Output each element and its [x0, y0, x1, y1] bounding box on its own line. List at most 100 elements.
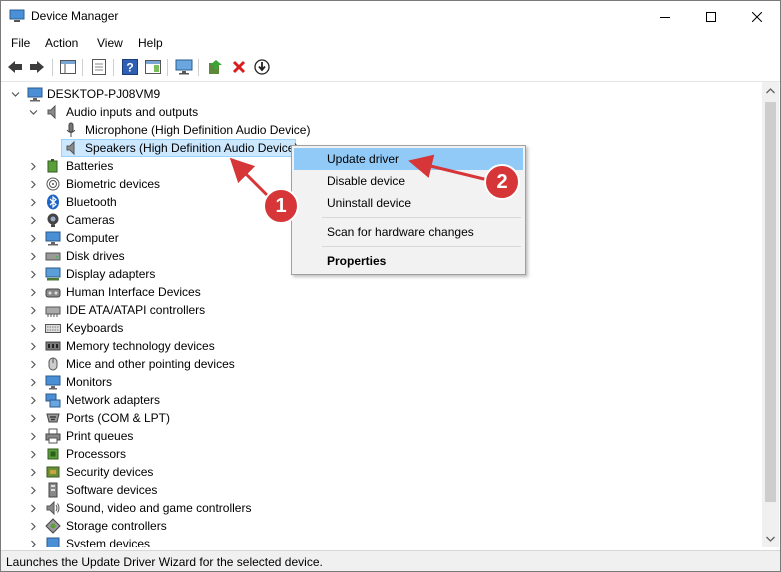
tree-category-monitors[interactable]: Monitors [1, 373, 761, 391]
menu-action[interactable]: Action [45, 36, 78, 50]
menu-view[interactable]: View [97, 36, 123, 50]
device-manager-window: Device Manager File Action View Help ? D… [0, 0, 781, 572]
console-tree-icon [60, 60, 76, 74]
forward-button[interactable] [27, 58, 47, 76]
help-button[interactable]: ? [120, 58, 140, 76]
toolbar-separator [82, 59, 83, 76]
toolbar: ? [1, 54, 780, 82]
tree-category-security[interactable]: Security devices [1, 463, 761, 481]
tree-category-ide[interactable]: IDE ATA/ATAPI controllers [1, 301, 761, 319]
expand-chevron-icon[interactable] [29, 414, 38, 423]
toolbar-separator [52, 59, 53, 76]
close-icon [752, 11, 762, 22]
scroll-up-arrow-icon [766, 87, 775, 93]
action-pane-button[interactable] [143, 58, 163, 76]
uninstall-device-button[interactable] [229, 58, 249, 76]
tree-category-mice[interactable]: Mice and other pointing devices [1, 355, 761, 373]
context-separator [322, 217, 521, 218]
expand-chevron-icon[interactable] [29, 324, 38, 333]
system-device-icon [46, 537, 60, 547]
expand-chevron-icon[interactable] [29, 468, 38, 477]
expand-chevron-icon[interactable] [29, 216, 38, 225]
vertical-scrollbar[interactable] [762, 82, 779, 547]
tree-device-label: Microphone (High Definition Audio Device… [85, 123, 311, 137]
tree-category-hid[interactable]: Human Interface Devices [1, 283, 761, 301]
menu-file[interactable]: File [11, 36, 30, 50]
expand-chevron-icon[interactable] [29, 270, 38, 279]
expand-chevron-icon[interactable] [29, 360, 38, 369]
security-device-icon [46, 466, 60, 478]
expand-chevron-icon[interactable] [29, 378, 38, 387]
tree-category-system[interactable]: System devices [1, 535, 761, 547]
expand-chevron-icon[interactable] [29, 198, 38, 207]
expand-chevron-icon[interactable] [29, 288, 38, 297]
network-adapter-icon [45, 393, 61, 408]
back-button[interactable] [5, 58, 25, 76]
scan-hardware-button[interactable] [174, 58, 194, 76]
speaker-icon [47, 104, 56, 120]
expand-chevron-icon[interactable] [29, 234, 38, 243]
processor-icon [47, 448, 59, 460]
context-item-label: Scan for hardware changes [327, 225, 474, 239]
minimize-button[interactable] [642, 1, 688, 32]
microphone-icon [66, 122, 76, 137]
update-driver-button[interactable] [205, 58, 225, 76]
maximize-button[interactable] [688, 1, 734, 32]
properties-button[interactable] [89, 58, 109, 76]
down-arrow-circle-icon [254, 59, 270, 75]
tree-category-label: Memory technology devices [66, 339, 215, 353]
menu-bar: File Action View Help [1, 32, 780, 54]
disable-device-button[interactable] [252, 58, 272, 76]
expand-chevron-icon[interactable] [29, 540, 38, 547]
tree-category-software[interactable]: Software devices [1, 481, 761, 499]
toolbar-separator [167, 59, 168, 76]
context-update-driver[interactable]: Update driver [294, 148, 523, 170]
tree-category-label: Print queues [66, 429, 134, 443]
tree-category-label: Software devices [66, 483, 158, 497]
expand-chevron-icon[interactable] [29, 522, 38, 531]
tree-device-microphone[interactable]: Microphone (High Definition Audio Device… [1, 121, 761, 139]
collapse-chevron-icon[interactable] [29, 108, 38, 117]
ide-controller-icon [45, 306, 61, 317]
expand-chevron-icon[interactable] [29, 342, 38, 351]
context-separator [322, 246, 521, 247]
tree-category-audio[interactable]: Audio inputs and outputs [1, 103, 761, 121]
expand-chevron-icon[interactable] [29, 432, 38, 441]
expand-chevron-icon[interactable] [29, 486, 38, 495]
tree-category-memory[interactable]: Memory technology devices [1, 337, 761, 355]
scroll-down-button[interactable] [762, 530, 779, 547]
tree-category-sound[interactable]: Sound, video and game controllers [1, 499, 761, 517]
action-pane-icon [145, 60, 161, 74]
expand-chevron-icon[interactable] [29, 180, 38, 189]
collapse-chevron-icon[interactable] [11, 90, 20, 99]
title-bar[interactable]: Device Manager [1, 1, 780, 32]
printer-icon [45, 428, 61, 444]
svg-text:?: ? [126, 61, 133, 75]
context-uninstall-device[interactable]: Uninstall device [294, 192, 523, 214]
expand-chevron-icon[interactable] [29, 396, 38, 405]
tree-category-label: Monitors [66, 375, 113, 389]
expand-chevron-icon[interactable] [29, 504, 38, 513]
tree-device-speakers-selected[interactable]: Speakers (High Definition Audio Device) [61, 139, 298, 157]
expand-chevron-icon[interactable] [29, 162, 38, 171]
expand-chevron-icon[interactable] [29, 450, 38, 459]
context-scan-hardware[interactable]: Scan for hardware changes [294, 221, 523, 243]
close-button[interactable] [734, 1, 780, 32]
tree-category-ports[interactable]: Ports (COM & LPT) [1, 409, 761, 427]
tree-category-print-queues[interactable]: Print queues [1, 427, 761, 445]
show-hide-console-tree-button[interactable] [58, 58, 78, 76]
scrollbar-thumb[interactable] [765, 102, 776, 502]
tree-category-label: Cameras [66, 213, 115, 227]
context-properties[interactable]: Properties [294, 250, 523, 272]
scroll-up-button[interactable] [762, 82, 779, 99]
expand-chevron-icon[interactable] [29, 252, 38, 261]
monitor-scan-icon [175, 59, 193, 75]
tree-category-keyboards[interactable]: Keyboards [1, 319, 761, 337]
tree-category-processors[interactable]: Processors [1, 445, 761, 463]
tree-category-storage[interactable]: Storage controllers [1, 517, 761, 535]
tree-root-row[interactable]: DESKTOP-PJ08VM9 [1, 85, 761, 103]
menu-help[interactable]: Help [138, 36, 163, 50]
expand-chevron-icon[interactable] [29, 306, 38, 315]
tree-category-label: Bluetooth [66, 195, 117, 209]
tree-category-network[interactable]: Network adapters [1, 391, 761, 409]
